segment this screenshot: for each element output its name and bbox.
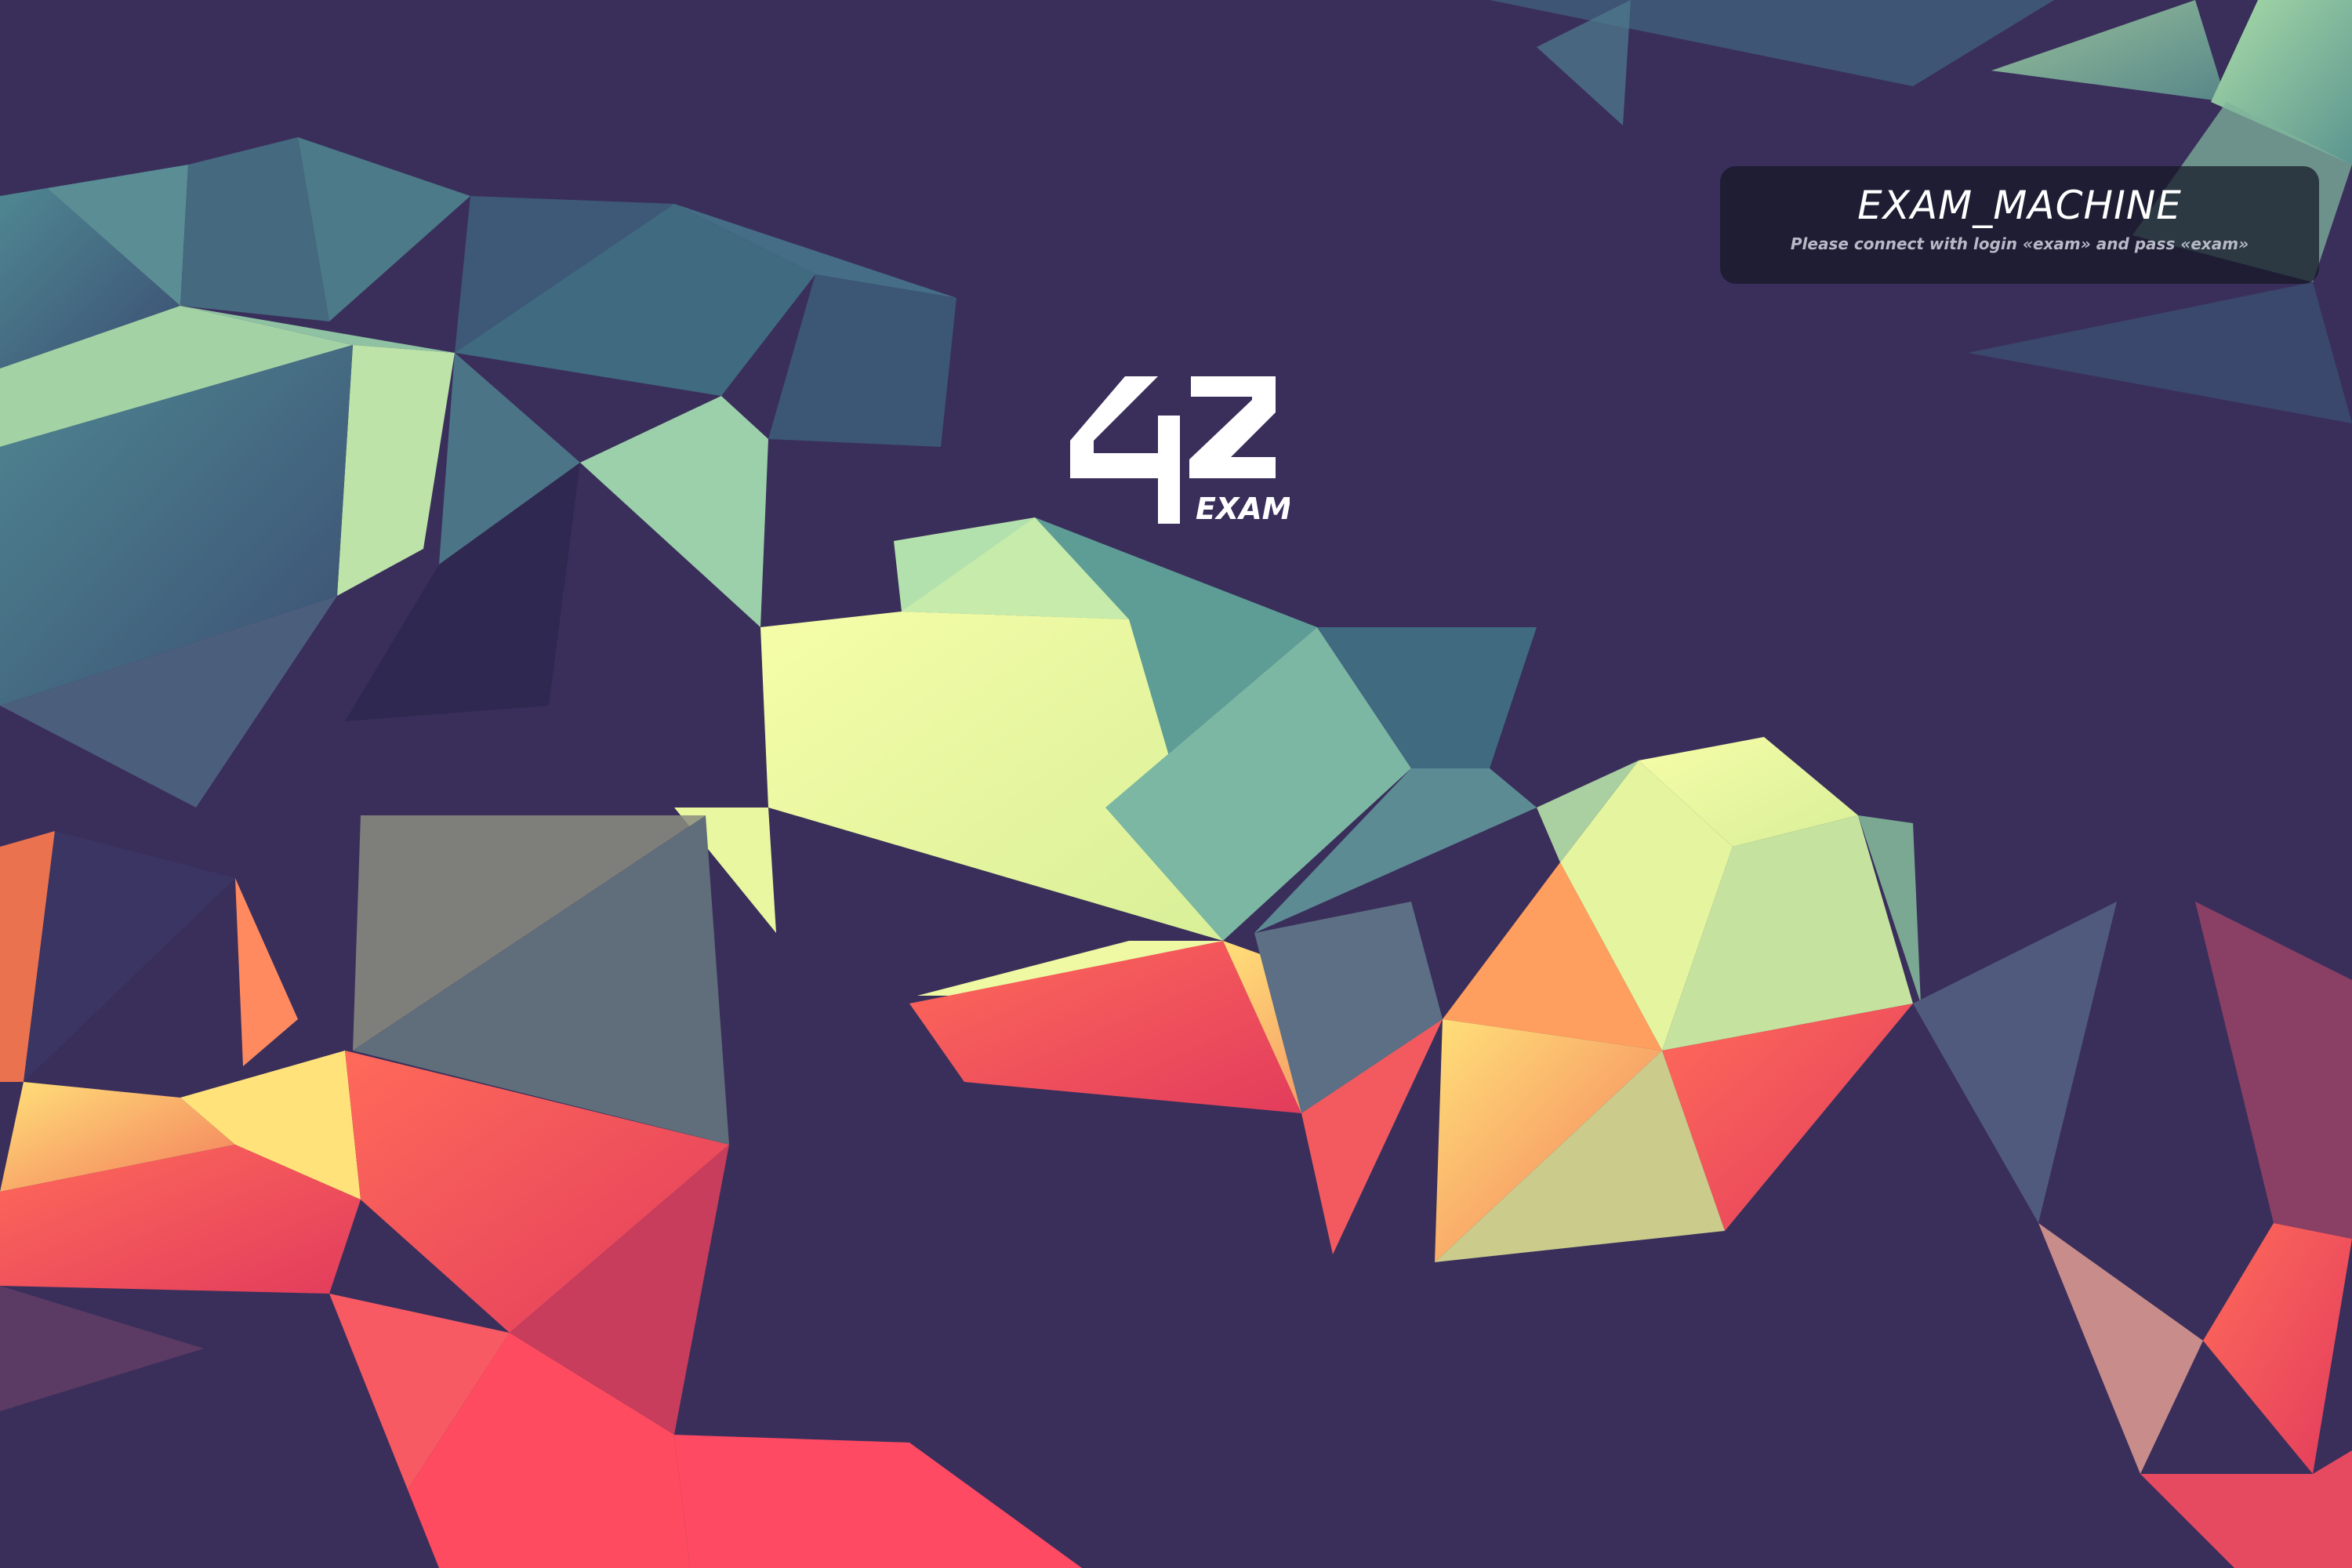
42-exam-logo: EXAM [1070,376,1290,525]
exam-logo-label: EXAM [1196,492,1290,525]
login-hint-text: Please connect with login «exam» and pas… [1790,234,2249,253]
login-info-panel: EXAM_MACHINE Please connect with login «… [1720,166,2319,284]
machine-title: EXAM_MACHINE [1857,183,2182,228]
